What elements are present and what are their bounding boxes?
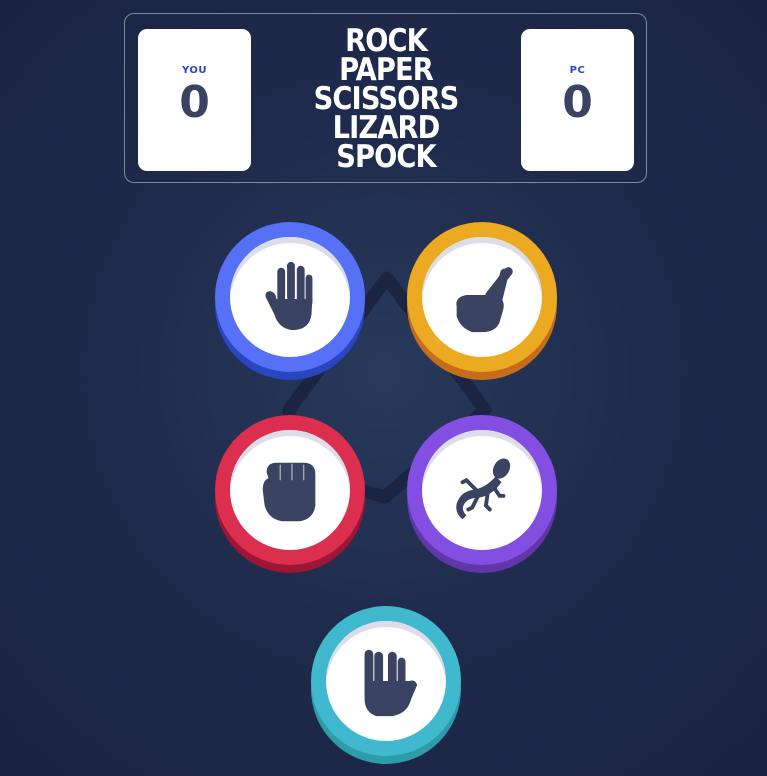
scissors-choice-button[interactable] [407, 222, 557, 372]
hand-scissors-icon [456, 267, 513, 333]
hand-paper-icon [265, 261, 313, 331]
hand-rock-icon [262, 462, 316, 522]
lizard-icon [456, 458, 511, 520]
hand-spock-icon [364, 649, 418, 717]
spock-face [326, 621, 446, 741]
spock-choice-button[interactable] [311, 606, 461, 756]
rock-face [230, 430, 350, 550]
lizard-choice-button[interactable] [407, 415, 557, 565]
paper-face [230, 237, 350, 357]
scissors-face [422, 237, 542, 357]
paper-choice-button[interactable] [215, 222, 365, 372]
rock-choice-button[interactable] [215, 415, 365, 565]
lizard-face [422, 430, 542, 550]
